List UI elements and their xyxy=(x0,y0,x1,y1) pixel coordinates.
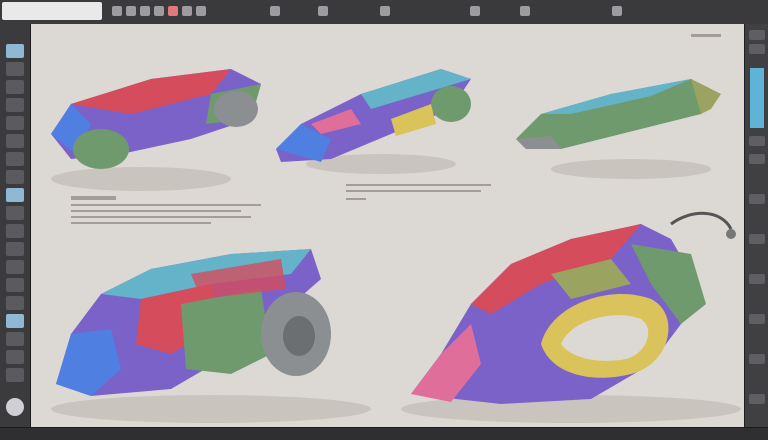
folder-icon[interactable] xyxy=(112,6,122,16)
panel-icon[interactable] xyxy=(749,30,765,40)
clone-icon[interactable] xyxy=(6,368,24,382)
panel-icon[interactable] xyxy=(749,274,765,284)
concept-vehicle-5 xyxy=(401,211,741,423)
wheel xyxy=(214,91,258,127)
fill-icon[interactable] xyxy=(6,152,24,166)
blur-icon[interactable] xyxy=(6,350,24,364)
link-icon[interactable] xyxy=(520,6,530,16)
rotate-icon[interactable] xyxy=(6,278,24,292)
right-panel-strip xyxy=(744,24,768,427)
concept-vehicle-4 xyxy=(51,249,371,423)
smudge-icon[interactable] xyxy=(6,332,24,346)
zoom-icon[interactable] xyxy=(6,242,24,256)
save-icon[interactable] xyxy=(126,6,136,16)
eraser-icon[interactable] xyxy=(6,134,24,148)
text-icon[interactable] xyxy=(6,188,24,202)
panel-icon[interactable] xyxy=(749,394,765,404)
zoom-icon[interactable] xyxy=(182,6,192,16)
pencil-icon[interactable] xyxy=(6,116,24,130)
crop-icon[interactable] xyxy=(6,296,24,310)
shadow xyxy=(51,167,231,191)
sketch-artwork xyxy=(51,34,741,423)
panel-icon[interactable] xyxy=(749,154,765,164)
hand-icon[interactable] xyxy=(196,6,206,16)
lasso-icon[interactable] xyxy=(6,80,24,94)
settings-icon[interactable] xyxy=(318,6,328,16)
transform-icon[interactable] xyxy=(6,314,24,328)
panel-icon[interactable] xyxy=(749,354,765,364)
panel-icon[interactable] xyxy=(749,234,765,244)
brush-icon[interactable] xyxy=(6,98,24,112)
canvas[interactable] xyxy=(31,24,744,427)
grid-icon[interactable] xyxy=(380,6,390,16)
eraser-icon[interactable] xyxy=(168,6,178,16)
document-tab[interactable] xyxy=(2,2,102,20)
color-icon[interactable] xyxy=(6,398,24,416)
eye-icon[interactable] xyxy=(470,6,480,16)
select-icon[interactable] xyxy=(6,62,24,76)
panel-icon[interactable] xyxy=(749,314,765,324)
shape-icon[interactable] xyxy=(6,206,24,220)
left-toolbar xyxy=(0,24,31,427)
eyedropper-icon[interactable] xyxy=(6,224,24,238)
gradient-icon[interactable] xyxy=(6,170,24,184)
layers-icon[interactable] xyxy=(270,6,280,16)
info-icon[interactable] xyxy=(612,6,622,16)
concept-vehicle-1 xyxy=(51,69,261,191)
hand-icon[interactable] xyxy=(6,260,24,274)
brush-icon[interactable] xyxy=(140,6,150,16)
pen-icon[interactable] xyxy=(154,6,164,16)
panel-icon[interactable] xyxy=(749,194,765,204)
panel-icon[interactable] xyxy=(749,136,765,146)
concept-vehicle-2 xyxy=(276,69,471,174)
layer-thumbnail[interactable] xyxy=(750,68,764,128)
concept-vehicle-3 xyxy=(516,79,721,179)
status-bar xyxy=(0,427,768,440)
top-toolbar xyxy=(0,0,768,25)
wheel xyxy=(73,129,129,169)
panel-icon[interactable] xyxy=(749,44,765,54)
move-icon[interactable] xyxy=(6,44,24,58)
